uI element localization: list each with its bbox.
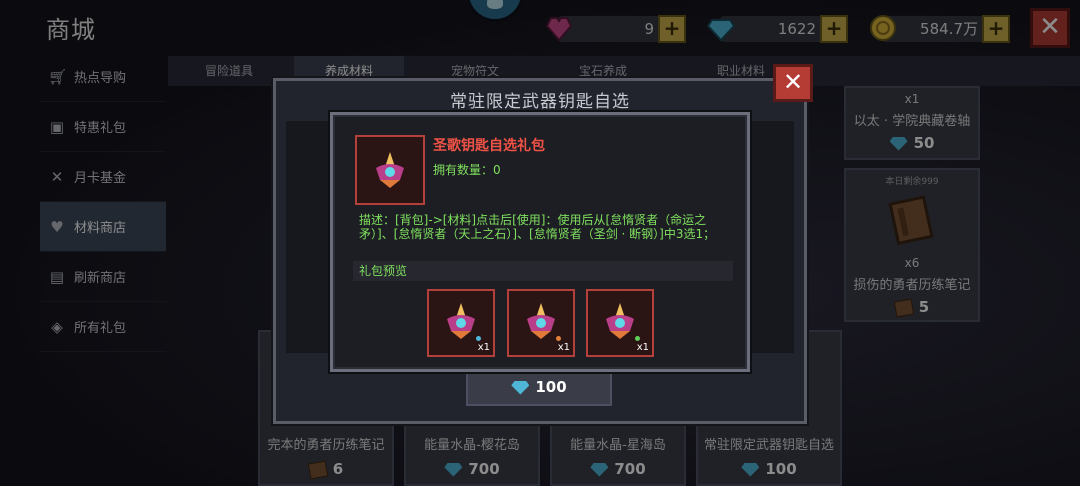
add-gold-button[interactable]: + bbox=[982, 15, 1010, 43]
sidebar-item-label: 热点导购 bbox=[74, 71, 127, 86]
card-name: 以太 · 学院典藏卷轴 bbox=[853, 114, 971, 129]
sidebar-item-label: 所有礼包 bbox=[74, 321, 127, 336]
currency-gold: 584.7万 + bbox=[870, 15, 1010, 43]
sidebar-item-refresh[interactable]: ▤ 刷新商店 bbox=[40, 252, 166, 302]
material-icon: ♥ bbox=[50, 217, 64, 236]
card-name: 能量水晶-星海岛 bbox=[570, 438, 666, 453]
preview-qty: x1 bbox=[477, 342, 490, 353]
card-name: 能量水晶-樱花岛 bbox=[424, 438, 520, 453]
sidebar-item-monthly[interactable]: ✕ 月卡基金 bbox=[40, 152, 166, 202]
card-price: 5 bbox=[846, 298, 978, 317]
tab-adventure[interactable]: 冒险道具 bbox=[174, 56, 284, 86]
all-gifts-icon: ◈ bbox=[51, 317, 63, 336]
diamond-icon bbox=[444, 462, 463, 477]
sidebar-item-label: 材料商店 bbox=[74, 221, 127, 236]
card-name: 完本的勇者历练笔记 bbox=[267, 438, 385, 453]
dialog-title: 常驻限定武器钥匙自选 bbox=[450, 92, 630, 112]
notes-item-icon bbox=[888, 195, 934, 246]
currency-heart-gem: 9 + bbox=[545, 15, 686, 43]
sidebar-item-label: 月卡基金 bbox=[74, 171, 127, 186]
key-ornament-icon bbox=[527, 303, 555, 339]
gold-value: 584.7万 bbox=[920, 20, 978, 38]
add-diamond-button[interactable]: + bbox=[820, 15, 848, 43]
shop-card-notes[interactable]: 本日剩余999 x6 损伤的勇者历练笔记 5 bbox=[844, 168, 980, 322]
card-name: 常驻限定武器钥匙自选 bbox=[703, 438, 834, 453]
card-price: 700 bbox=[552, 460, 684, 478]
owned-count: 拥有数量：0 bbox=[433, 163, 501, 177]
refresh-icon: ▤ bbox=[49, 267, 65, 286]
cart-icon: 🛒︎ bbox=[48, 67, 68, 86]
sidebar-item-special[interactable]: ▣ 特惠礼包 bbox=[40, 102, 166, 152]
card-price: 6 bbox=[260, 460, 392, 479]
heart-gem-value: 9 bbox=[644, 20, 654, 38]
heart-gem-icon bbox=[545, 17, 573, 42]
shop-card-scroll[interactable]: x1 以太 · 学院典藏卷轴 50 bbox=[844, 86, 980, 160]
element-dot-icon bbox=[476, 336, 481, 341]
sidebar-item-all-gifts[interactable]: ◈ 所有礼包 bbox=[40, 302, 166, 352]
calendar-icon: ✕ bbox=[50, 167, 64, 186]
card-count: x1 bbox=[904, 92, 920, 106]
diamond-icon bbox=[706, 19, 736, 42]
sidebar-item-hot[interactable]: 🛒︎ 热点导购 bbox=[40, 52, 166, 102]
preview-qty: x1 bbox=[636, 342, 649, 353]
key-ornament-icon bbox=[376, 152, 404, 188]
preview-label: 礼包预览 bbox=[353, 261, 733, 281]
shop-card-crystal-sakura[interactable]: 能量水晶-樱花岛 700 bbox=[404, 424, 540, 486]
shop-card-crystal-star[interactable]: 能量水晶-星海岛 700 bbox=[550, 424, 686, 486]
notes-icon bbox=[893, 298, 915, 317]
card-price: 100 bbox=[698, 460, 840, 478]
card-name: 损伤的勇者历练笔记 bbox=[853, 278, 971, 293]
gold-coin-icon bbox=[870, 15, 896, 41]
key-ornament-icon bbox=[447, 303, 475, 339]
item-description: 描述：[背包]->[材料]点击后[使用]：使用后从[怠惰贤者（命运之矛）]、[怠… bbox=[359, 213, 716, 241]
preview-item-2[interactable]: x1 bbox=[507, 289, 575, 357]
diamond-icon bbox=[590, 462, 609, 477]
preview-qty: x1 bbox=[557, 342, 570, 353]
sidebar: 🛒︎ 热点导购 ▣ 特惠礼包 ✕ 月卡基金 ♥ 材料商店 ▤ 刷新商店 ◈ 所有… bbox=[40, 52, 166, 352]
preview-item-1[interactable]: x1 bbox=[427, 289, 495, 357]
gift-icon: ▣ bbox=[49, 117, 65, 136]
card-price: 700 bbox=[406, 460, 538, 478]
diamond-icon bbox=[889, 136, 908, 151]
purchase-button[interactable]: 100 bbox=[466, 370, 612, 406]
card-price: 50 bbox=[846, 134, 978, 152]
element-dot-icon bbox=[556, 336, 561, 341]
item-icon-frame bbox=[355, 135, 425, 205]
item-title: 圣歌钥匙自选礼包 bbox=[433, 138, 545, 154]
page-title: 商城 bbox=[46, 16, 96, 44]
sidebar-item-label: 特惠礼包 bbox=[74, 121, 127, 136]
card-limit: 本日剩余999 bbox=[885, 177, 939, 187]
diamond-icon bbox=[511, 380, 530, 395]
key-ornament-icon bbox=[606, 303, 634, 339]
notes-icon bbox=[307, 460, 329, 479]
close-shop-button[interactable]: ✕ bbox=[1030, 8, 1070, 48]
element-dot-icon bbox=[635, 336, 640, 341]
diamond-icon bbox=[741, 462, 760, 477]
currency-diamond: 1622 + bbox=[706, 15, 848, 43]
add-heart-gem-button[interactable]: + bbox=[658, 15, 686, 43]
close-dialog-button[interactable]: ✕ bbox=[773, 64, 813, 102]
item-detail-popup: 圣歌钥匙自选礼包 拥有数量：0 描述：[背包]->[材料]点击后[使用]：使用后… bbox=[330, 112, 750, 372]
preview-item-3[interactable]: x1 bbox=[586, 289, 654, 357]
card-count: x6 bbox=[904, 256, 920, 270]
diamond-value: 1622 bbox=[777, 20, 816, 38]
sidebar-item-label: 刷新商店 bbox=[74, 271, 127, 286]
sidebar-item-materials[interactable]: ♥ 材料商店 bbox=[40, 202, 166, 252]
